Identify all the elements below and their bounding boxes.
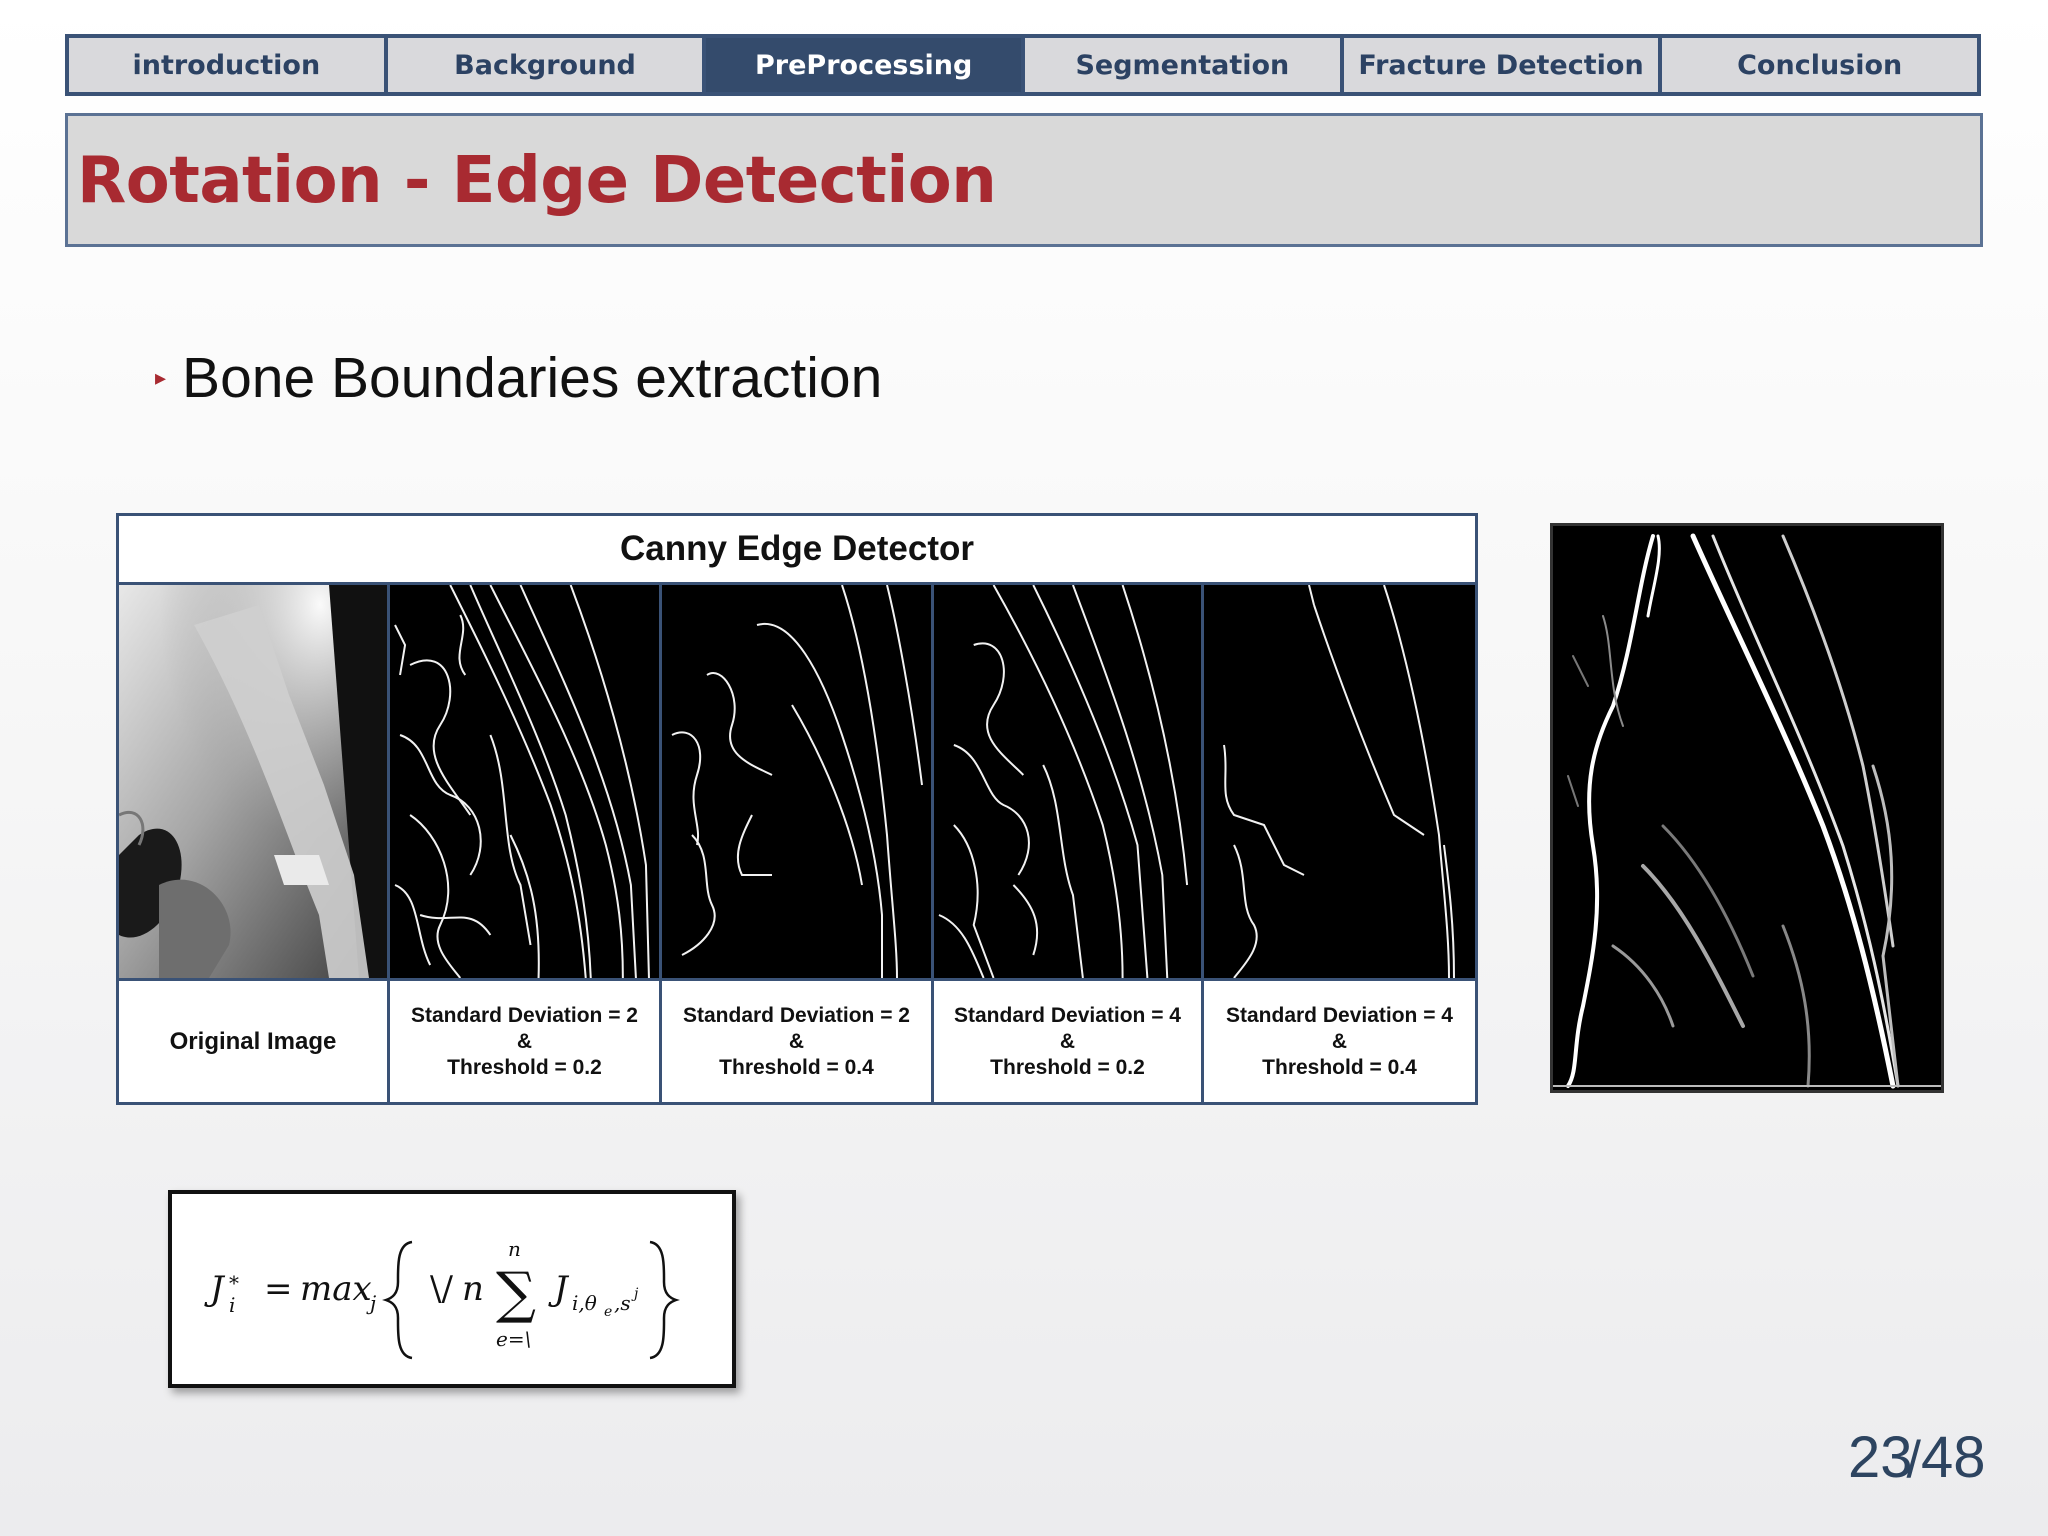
tab-preprocessing[interactable]: PreProcessing — [706, 38, 1026, 92]
bullet-marker-icon: ▸ — [155, 365, 167, 390]
svg-text:e=\: e=\ — [496, 1327, 531, 1351]
label-line1: Standard Deviation = 2 — [411, 1003, 638, 1027]
svg-text:,s: ,s — [614, 1291, 631, 1315]
label-line1: Standard Deviation = 2 — [683, 1003, 910, 1027]
bullet-item: ▸ Bone Boundaries extraction — [155, 345, 882, 411]
svg-text:i,θ: i,θ — [572, 1291, 597, 1315]
svg-text:J: J — [548, 1269, 570, 1309]
label-line3: Threshold = 0.2 — [447, 1055, 602, 1079]
canny-table: Canny Edge Detector Original Image Stand… — [116, 513, 1478, 1105]
label-line2: & — [788, 1029, 805, 1053]
canny-label-row: Original Image Standard Deviation = 2 & … — [119, 981, 1475, 1102]
edge-image-sd2-t04 — [662, 585, 934, 978]
edge-image-sd4-t04 — [1204, 585, 1475, 978]
svg-text:n: n — [508, 1237, 521, 1261]
combined-edge-image — [1550, 523, 1944, 1093]
svg-text:n: n — [462, 1269, 484, 1309]
label-line2: & — [1059, 1029, 1076, 1053]
tab-segmentation[interactable]: Segmentation — [1025, 38, 1344, 92]
title-bar: Rotation - Edge Detection — [65, 113, 1983, 247]
svg-text:i: i — [229, 1293, 235, 1317]
label-line2: & — [1331, 1029, 1348, 1053]
tab-background[interactable]: Background — [388, 38, 707, 92]
svg-text:e: e — [604, 1304, 612, 1320]
label-sd4-t02: Standard Deviation = 4 & Threshold = 0.2 — [934, 981, 1204, 1102]
label-original-image: Original Image — [119, 981, 390, 1102]
label-line1: Standard Deviation = 4 — [1226, 1003, 1453, 1027]
tab-fracture-detection[interactable]: Fracture Detection — [1344, 38, 1663, 92]
page-separator: / — [1906, 1431, 1921, 1489]
formula-image: J * i = max j \/ n n ∑ e=\ J i,θ e ,s j — [168, 1190, 736, 1388]
svg-text:max: max — [300, 1269, 372, 1309]
edge-image-sd4-t02 — [934, 585, 1204, 978]
canny-image-row — [119, 585, 1475, 981]
bullet-text: Bone Boundaries extraction — [182, 346, 883, 410]
tab-introduction[interactable]: introduction — [69, 38, 388, 92]
tab-conclusion[interactable]: Conclusion — [1662, 38, 1977, 92]
svg-text:*: * — [229, 1271, 239, 1295]
page-current: 23 — [1848, 1425, 1913, 1490]
svg-text:J: J — [204, 1269, 226, 1309]
label-line1: Standard Deviation = 4 — [954, 1003, 1181, 1027]
svg-text:\/: \/ — [430, 1269, 453, 1309]
svg-text:=: = — [264, 1269, 293, 1309]
label-line3: Threshold = 0.2 — [990, 1055, 1145, 1079]
label-original-image-text: Original Image — [169, 1027, 337, 1055]
label-sd2-t02: Standard Deviation = 2 & Threshold = 0.2 — [390, 981, 662, 1102]
page-total: 48 — [1920, 1425, 1986, 1490]
canny-table-header: Canny Edge Detector — [119, 516, 1475, 585]
page-number: 23/48 — [1848, 1424, 1985, 1491]
edge-image-sd2-t02 — [390, 585, 662, 978]
label-sd4-t04: Standard Deviation = 4 & Threshold = 0.4 — [1204, 981, 1475, 1102]
section-nav: introduction Background PreProcessing Se… — [65, 34, 1981, 96]
svg-text:∑: ∑ — [496, 1261, 536, 1326]
original-xray-image — [119, 585, 390, 978]
label-sd2-t04: Standard Deviation = 2 & Threshold = 0.4 — [662, 981, 934, 1102]
slide-title: Rotation - Edge Detection — [77, 144, 997, 218]
label-line3: Threshold = 0.4 — [719, 1055, 874, 1079]
svg-text:j: j — [631, 1286, 639, 1302]
label-line3: Threshold = 0.4 — [1262, 1055, 1417, 1079]
label-line2: & — [516, 1029, 533, 1053]
